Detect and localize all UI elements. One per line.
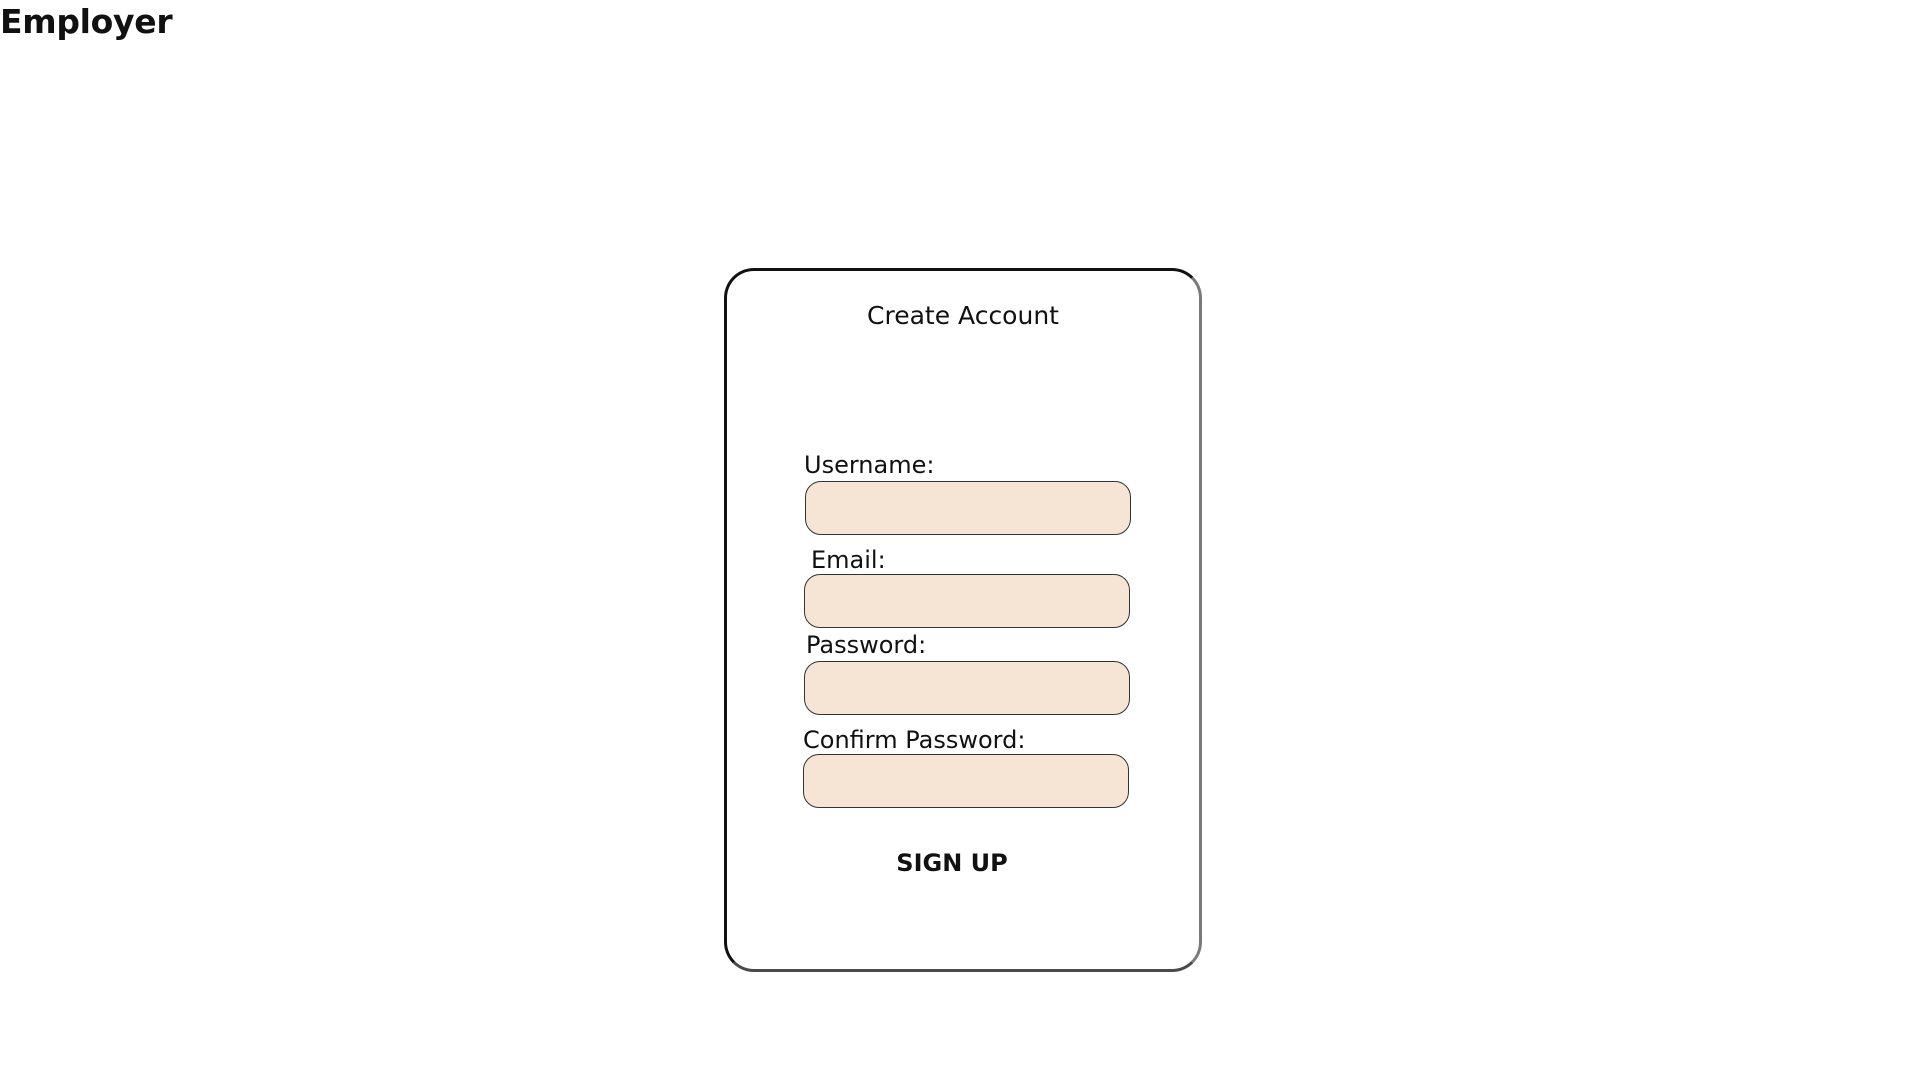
- username-label: Username:: [804, 451, 935, 479]
- page: Employer Create Account Username: Email:…: [0, 0, 1920, 1080]
- sign-up-button[interactable]: SIGN UP: [882, 843, 1022, 883]
- username-input[interactable]: [805, 481, 1131, 535]
- email-input[interactable]: [804, 574, 1130, 628]
- confirm-password-input[interactable]: [803, 754, 1129, 808]
- password-input[interactable]: [804, 661, 1130, 715]
- email-label: Email:: [811, 546, 886, 574]
- confirm-password-label: Confirm Password:: [803, 726, 1026, 754]
- form-title: Create Account: [867, 301, 1059, 330]
- page-title: Employer: [0, 2, 173, 41]
- create-account-card: Create Account Username: Email: Password…: [724, 268, 1202, 972]
- password-label: Password:: [806, 631, 927, 659]
